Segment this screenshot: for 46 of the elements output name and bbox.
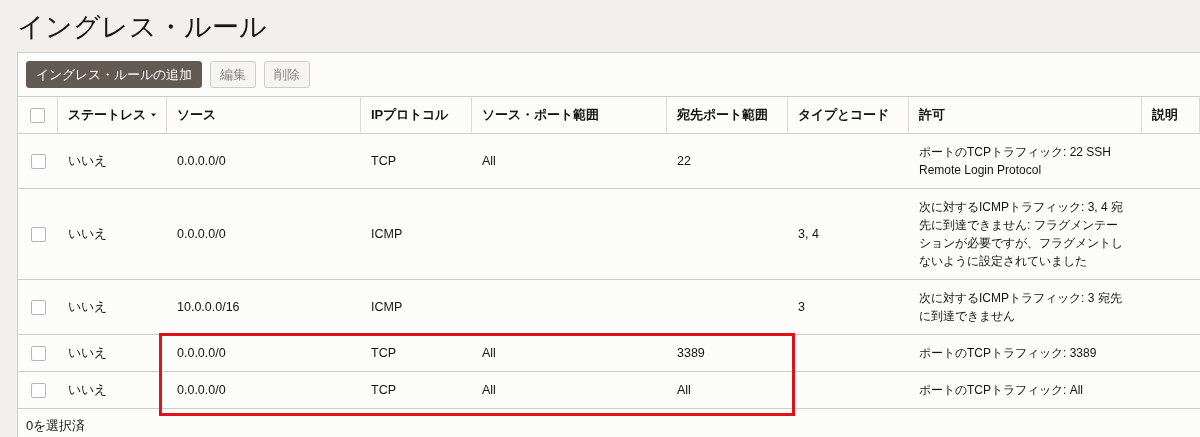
- select-all-checkbox[interactable]: [30, 107, 45, 123]
- row-checkbox[interactable]: [30, 382, 46, 398]
- allow-cell-text: 次に対するICMPトラフィック: 3, 4 宛先に到達できません: フラグメンテーションが必要ですが、フラグメントしないように設定されていました: [919, 199, 1125, 270]
- protocol-cell-text: TCP: [371, 382, 396, 399]
- source-cell-text: 10.0.0.0/16: [177, 299, 240, 316]
- column-header[interactable]: 許可: [919, 106, 945, 124]
- column-header[interactable]: ステートレス: [68, 106, 146, 124]
- dest-port-cell-text: All: [677, 382, 691, 399]
- dest-port-cell-text: 3389: [677, 345, 705, 362]
- page-title: イングレス・ルール: [16, 11, 268, 44]
- column-header[interactable]: ソース: [177, 106, 216, 124]
- toolbar-button[interactable]: イングレス・ルールの追加: [26, 61, 202, 88]
- row-checkbox[interactable]: [30, 345, 46, 361]
- protocol-cell-text: TCP: [371, 153, 396, 170]
- column-header[interactable]: タイプとコード: [798, 106, 889, 124]
- type-code-cell-text: 3, 4: [798, 226, 819, 243]
- type-code-cell-text: 3: [798, 299, 805, 316]
- stateless-cell-text: いいえ: [68, 382, 107, 399]
- stateless-cell-text: いいえ: [68, 299, 107, 316]
- stateless-cell-text: いいえ: [68, 226, 107, 243]
- source-port-cell-text: All: [482, 345, 496, 362]
- column-header[interactable]: ソース・ポート範囲: [482, 106, 599, 124]
- source-port-cell-text: All: [482, 382, 496, 399]
- column-header[interactable]: IPプロトコル: [371, 106, 449, 124]
- stateless-cell-text: いいえ: [68, 345, 107, 362]
- protocol-cell-text: ICMP: [371, 226, 403, 243]
- source-cell-text: 0.0.0.0/0: [177, 382, 226, 399]
- allow-cell-text: 次に対するICMPトラフィック: 3 宛先に到達できません: [919, 290, 1123, 325]
- source-cell-text: 0.0.0.0/0: [177, 345, 226, 362]
- selection-count: 0を選択済: [26, 418, 86, 433]
- allow-cell-text: ポートのTCPトラフィック: 3389: [919, 345, 1097, 362]
- protocol-cell-text: TCP: [371, 345, 396, 362]
- source-port-cell-text: All: [482, 153, 496, 170]
- dest-port-cell-text: 22: [677, 153, 691, 170]
- column-header[interactable]: 宛先ポート範囲: [677, 106, 768, 124]
- column-header[interactable]: 説明: [1152, 106, 1178, 124]
- row-checkbox[interactable]: [30, 299, 46, 315]
- stateless-cell-text: いいえ: [68, 153, 107, 170]
- source-cell-text: 0.0.0.0/0: [177, 226, 226, 243]
- allow-cell-text: ポートのTCPトラフィック: 22 SSH Remote Login Protocol: [919, 144, 1113, 179]
- row-checkbox[interactable]: [30, 226, 46, 242]
- row-checkbox[interactable]: [30, 153, 46, 169]
- protocol-cell-text: ICMP: [371, 299, 403, 316]
- source-cell-text: 0.0.0.0/0: [177, 153, 226, 170]
- sort-caret-icon[interactable]: [151, 112, 156, 118]
- allow-cell-text: ポートのTCPトラフィック: All: [919, 382, 1083, 399]
